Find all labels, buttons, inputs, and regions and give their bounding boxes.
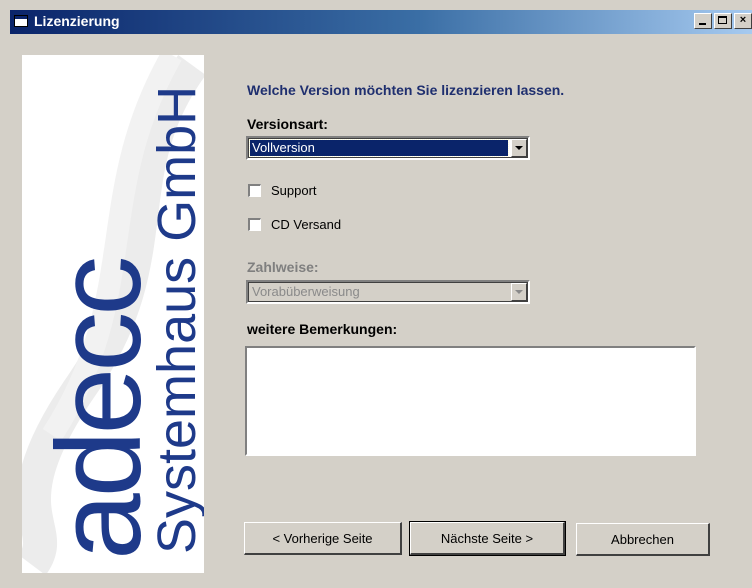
cancel-button[interactable]: Abbrechen xyxy=(576,523,710,556)
support-checkbox-box[interactable] xyxy=(248,183,261,197)
close-button[interactable]: × xyxy=(734,13,752,29)
version-select[interactable]: Vollversion xyxy=(246,136,530,160)
version-select-value: Vollversion xyxy=(249,139,509,157)
payment-select-value: Vorabüberweisung xyxy=(252,284,360,299)
cd-versand-label: CD Versand xyxy=(271,216,342,232)
cd-versand-checkbox-box[interactable] xyxy=(248,217,261,231)
support-checkbox[interactable]: Support xyxy=(248,182,317,198)
previous-page-button[interactable]: < Vorherige Seite xyxy=(244,522,402,555)
logo-graphic: adecc Systemhaus GmbH xyxy=(22,55,204,573)
window-title: Lizenzierung xyxy=(34,13,120,29)
company-logo: adecc Systemhaus GmbH xyxy=(22,55,204,573)
chevron-down-icon[interactable] xyxy=(511,139,527,157)
logo-subtitle: Systemhaus GmbH xyxy=(147,86,204,554)
version-label: Versionsart: xyxy=(247,116,328,132)
next-page-button[interactable]: Nächste Seite > xyxy=(409,521,566,556)
close-icon: × xyxy=(739,14,747,26)
remarks-label: weitere Bemerkungen: xyxy=(247,321,398,337)
cd-versand-checkbox[interactable]: CD Versand xyxy=(248,216,341,232)
maximize-button[interactable] xyxy=(714,13,732,29)
window-icon xyxy=(14,15,28,27)
minimize-button[interactable] xyxy=(694,13,712,29)
support-label: Support xyxy=(271,182,317,198)
remarks-textarea[interactable] xyxy=(245,346,696,456)
chevron-down-icon[interactable] xyxy=(511,283,527,301)
payment-label: Zahlweise: xyxy=(247,259,319,275)
payment-select[interactable]: Vorabüberweisung xyxy=(246,280,530,304)
window-titlebar[interactable]: Lizenzierung × xyxy=(10,10,752,34)
page-heading: Welche Version möchten Sie lizenzieren l… xyxy=(247,82,565,98)
logo-brand: adecc xyxy=(32,259,166,560)
